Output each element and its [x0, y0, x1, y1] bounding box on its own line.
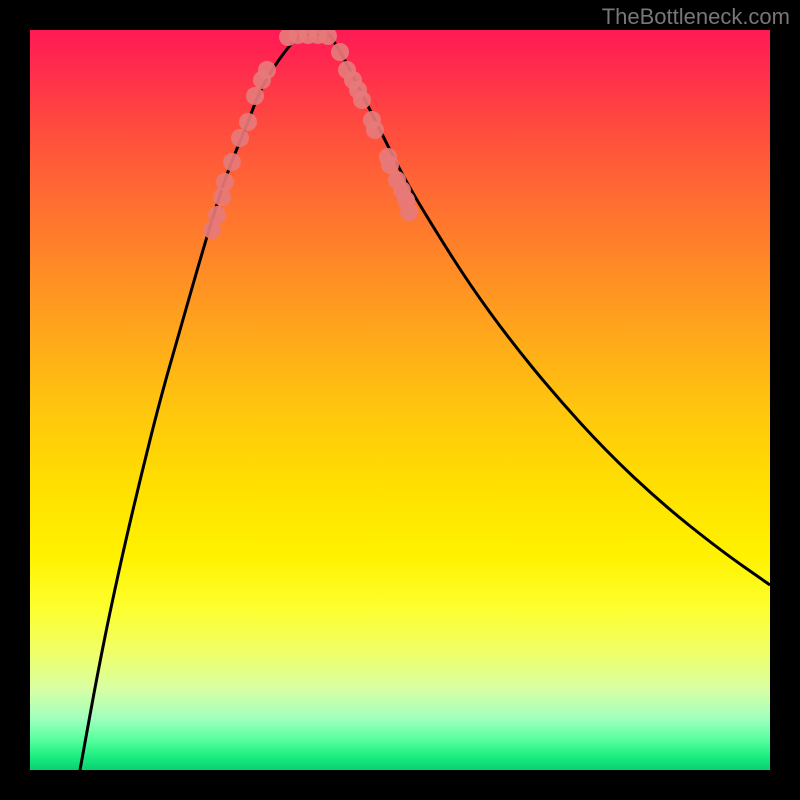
marker-right-12: [400, 203, 418, 221]
plot-area: [30, 30, 770, 770]
marker-left-9: [258, 61, 276, 79]
marker-left-6: [239, 113, 257, 131]
curve-svg: [30, 30, 770, 770]
marker-left-1: [208, 206, 226, 224]
marker-left-5: [231, 129, 249, 147]
curves-group: [80, 35, 770, 770]
marker-left-3: [216, 173, 234, 191]
marker-right-0: [331, 43, 349, 61]
marker-right-4: [353, 91, 371, 109]
marker-left-2: [213, 188, 231, 206]
curve-left-curve: [80, 35, 300, 770]
chart-container: TheBottleneck.com: [0, 0, 800, 800]
marker-left-7: [246, 87, 264, 105]
marker-left-4: [223, 153, 241, 171]
watermark-text: TheBottleneck.com: [602, 4, 790, 30]
marker-right-6: [366, 121, 384, 139]
curve-right-curve: [330, 35, 770, 585]
markers-group: [203, 30, 418, 239]
